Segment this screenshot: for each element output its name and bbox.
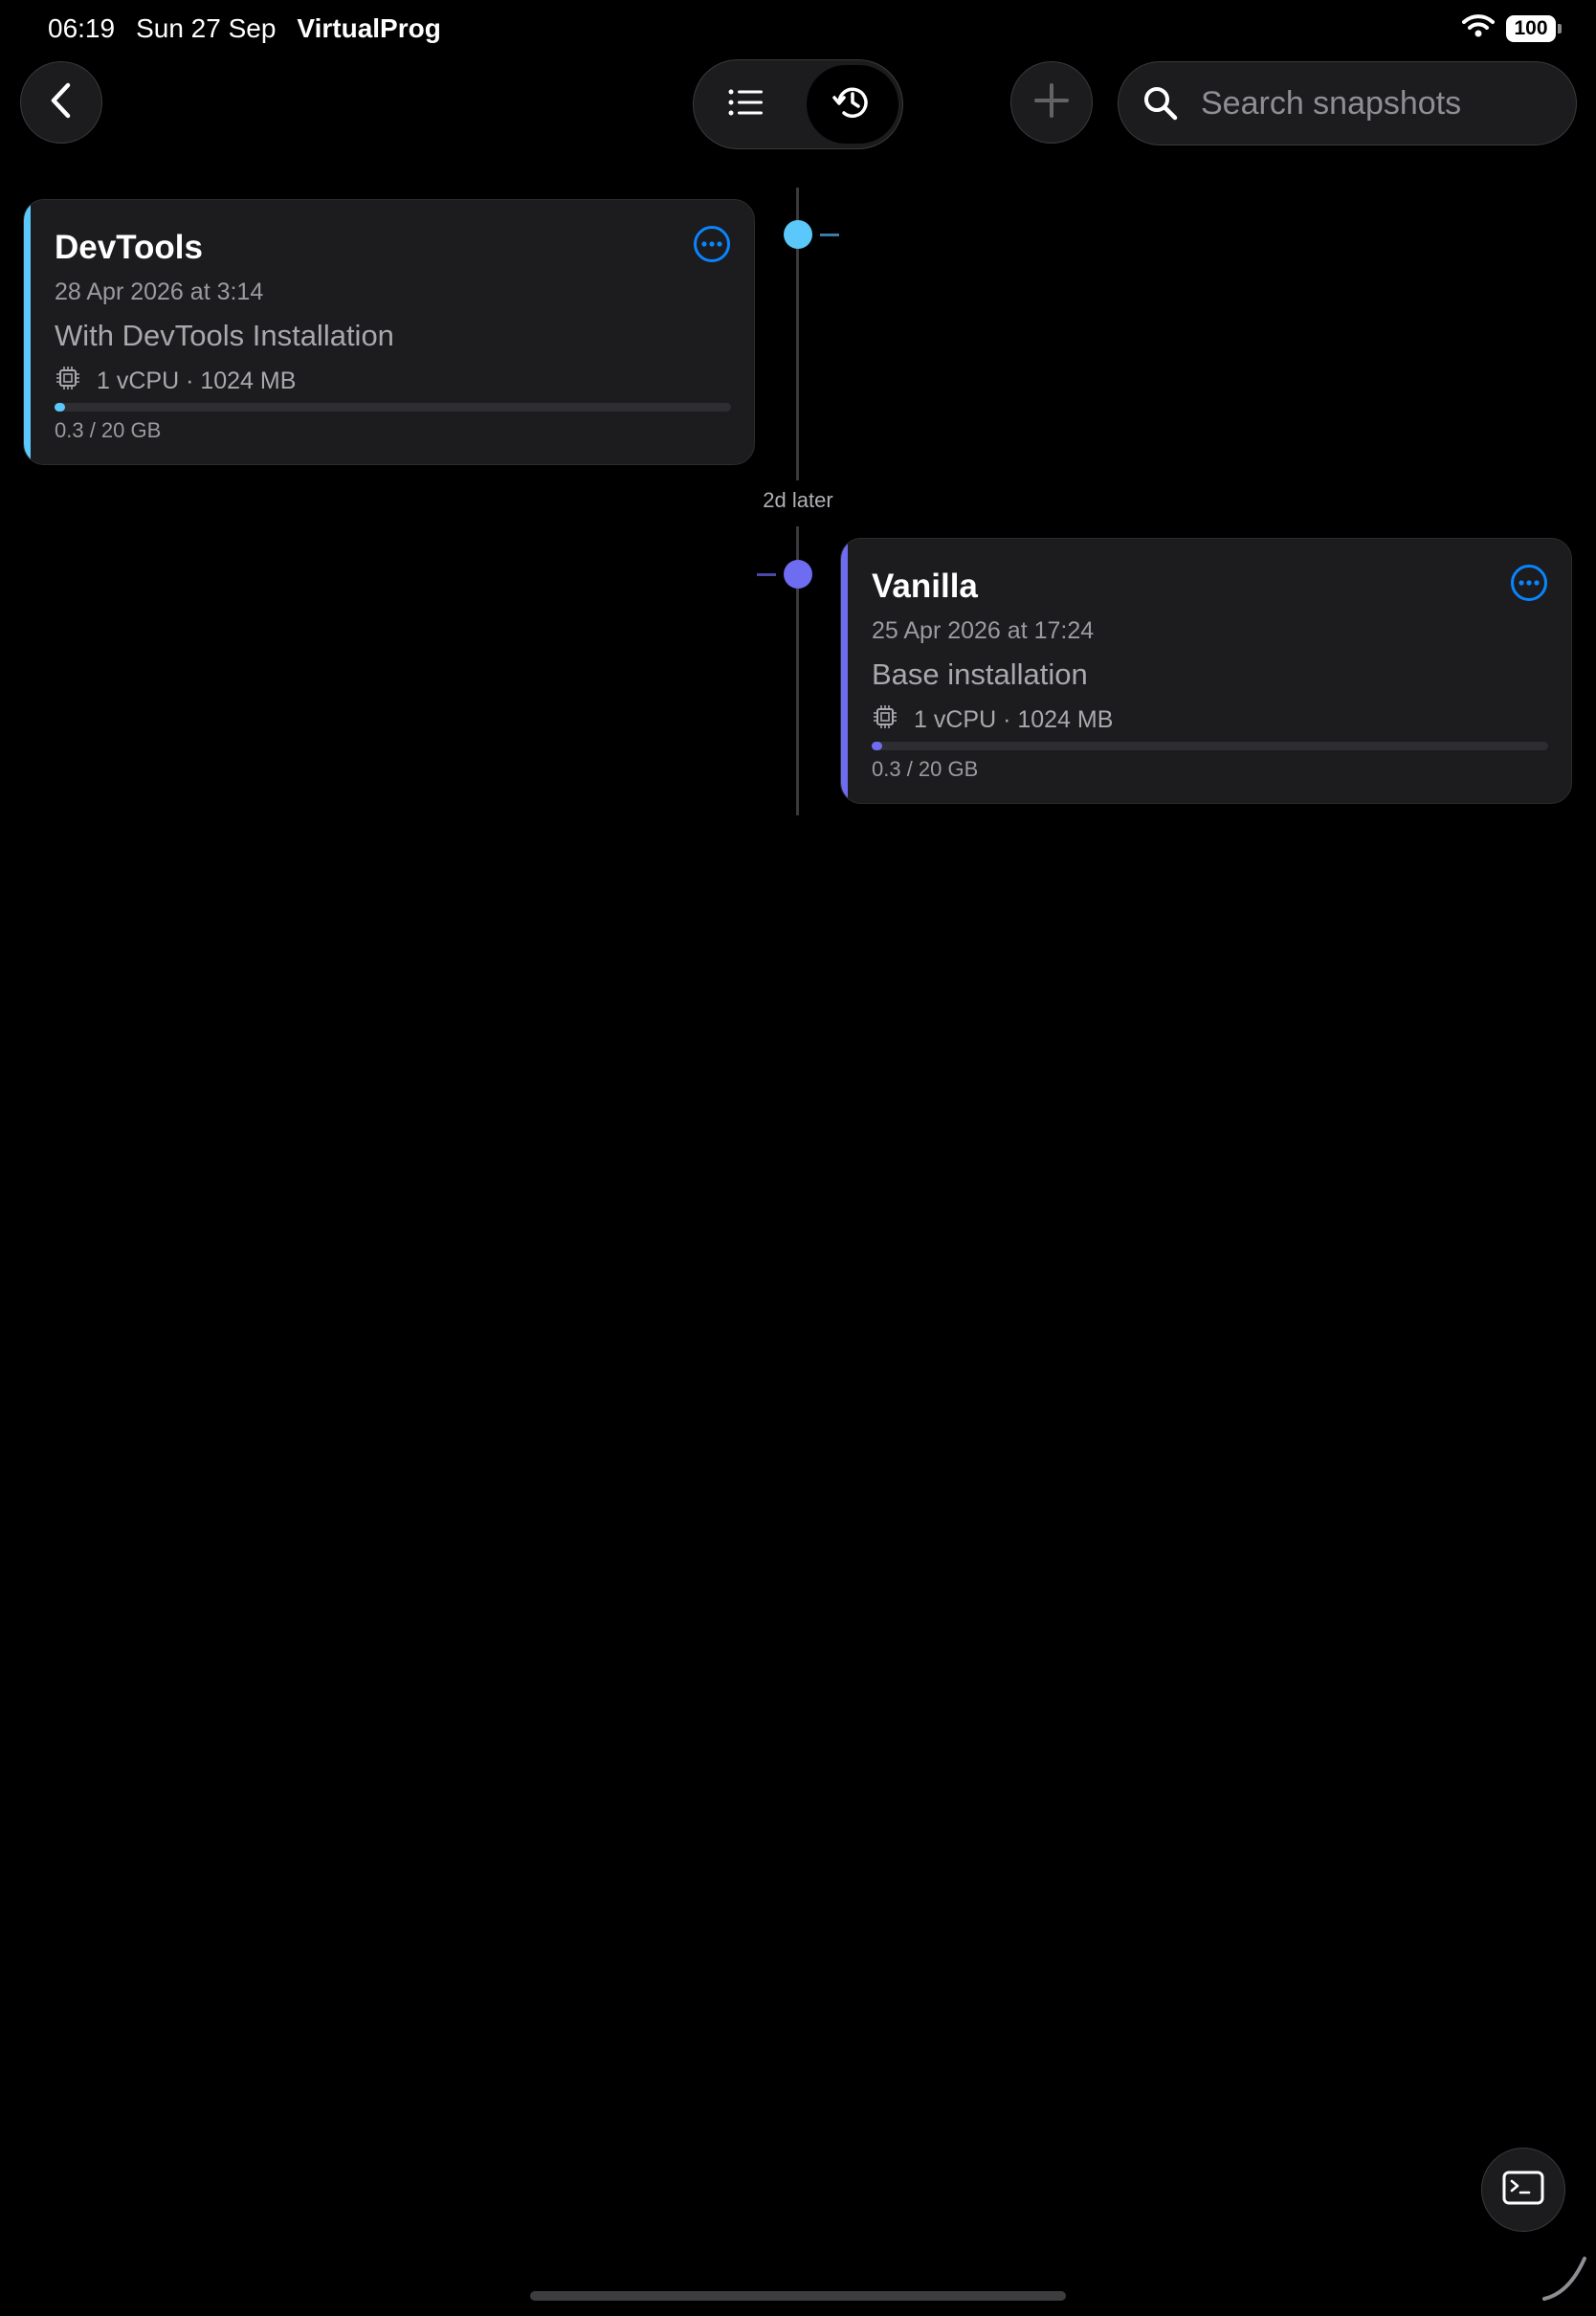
list-view-button[interactable] [699, 65, 791, 144]
more-options-button[interactable] [1510, 564, 1548, 602]
chevron-left-icon [47, 81, 76, 124]
snapshot-specs: 1 vCPU · 1024 MB [872, 703, 1113, 737]
storage-bar-fill [55, 403, 65, 412]
back-button[interactable] [20, 61, 102, 144]
more-options-button[interactable] [693, 225, 731, 263]
snapshot-title: DevTools [55, 229, 203, 266]
battery-level: 100 [1506, 14, 1556, 42]
storage-bar [55, 403, 731, 412]
plus-icon [1032, 81, 1071, 124]
terminal-button[interactable] [1481, 2148, 1565, 2232]
status-bar: 06:19 Sun 27 Sep VirtualProg [48, 13, 441, 44]
add-snapshot-button[interactable] [1010, 61, 1093, 144]
terminal-icon [1502, 2171, 1544, 2210]
snapshot-date: 28 Apr 2026 at 3:14 [55, 278, 264, 305]
search-icon [1142, 84, 1180, 122]
snapshot-card[interactable]: DevTools 28 Apr 2026 at 3:14 With DevToo… [23, 199, 755, 465]
snapshot-title: Vanilla [872, 568, 978, 605]
storage-bar [872, 742, 1548, 750]
home-indicator[interactable] [530, 2291, 1066, 2301]
snapshot-card[interactable]: Vanilla 25 Apr 2026 at 17:24 Base instal… [840, 538, 1572, 804]
list-icon [727, 88, 764, 122]
history-icon [832, 82, 873, 127]
view-mode-toggle [693, 59, 903, 149]
status-indicators: 100 [1462, 13, 1562, 43]
status-time: 06:19 [48, 13, 116, 43]
cpu-icon [55, 365, 81, 398]
snapshot-description: Base installation [872, 657, 1088, 691]
timeline-node-devtools[interactable] [784, 220, 812, 249]
resize-handle[interactable] [1541, 2255, 1588, 2303]
ellipsis-circle-icon [1510, 565, 1548, 606]
search-input[interactable] [1199, 83, 1566, 123]
snapshot-specs-text: 1 vCPU · 1024 MB [914, 706, 1114, 733]
timeline-connector [820, 234, 839, 236]
storage-label: 0.3 / 20 GB [55, 418, 162, 442]
status-app-name: VirtualProg [297, 13, 441, 43]
timeline-gap-label: 2d later [763, 488, 833, 512]
snapshot-specs-text: 1 vCPU · 1024 MB [97, 367, 297, 394]
timeline-connector [757, 573, 776, 576]
timeline-node-vanilla[interactable] [784, 560, 812, 589]
ellipsis-circle-icon [693, 226, 731, 267]
search-bar[interactable] [1118, 61, 1577, 145]
storage-bar-fill [872, 742, 882, 750]
cpu-icon [872, 703, 898, 737]
snapshot-description: With DevTools Installation [55, 319, 394, 352]
snapshot-specs: 1 vCPU · 1024 MB [55, 365, 296, 398]
timeline-view-button[interactable] [807, 65, 898, 144]
status-date: Sun 27 Sep [136, 13, 277, 43]
card-accent [841, 539, 848, 803]
battery-icon: 100 [1506, 14, 1562, 42]
snapshot-date: 25 Apr 2026 at 17:24 [872, 617, 1095, 644]
wifi-icon [1462, 13, 1495, 43]
storage-label: 0.3 / 20 GB [872, 757, 979, 781]
card-accent [24, 200, 31, 464]
